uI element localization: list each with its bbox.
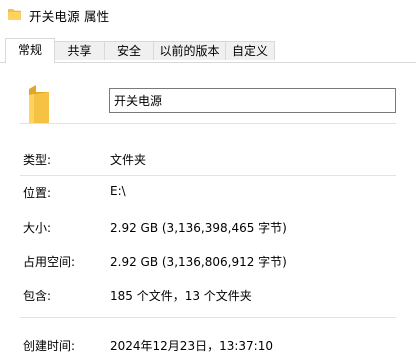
separator	[20, 317, 396, 318]
size-value: 2.92 GB (3,136,398,465 字节)	[110, 221, 287, 235]
window-title: 开关电源 属性	[29, 9, 110, 24]
separator	[20, 123, 396, 124]
created-label: 创建时间:	[23, 339, 76, 353]
size-label: 大小:	[23, 221, 52, 235]
type-value: 文件夹	[110, 153, 147, 167]
location-label: 位置:	[23, 186, 52, 200]
folder-icon	[8, 9, 21, 20]
tab-security[interactable]: 安全	[104, 41, 154, 60]
size-on-disk-value: 2.92 GB (3,136,806,912 字节)	[110, 255, 287, 269]
tab-general[interactable]: 常规	[5, 38, 55, 63]
contains-label: 包含:	[23, 289, 52, 303]
location-value: E:\	[110, 184, 126, 198]
created-value: 2024年12月23日，13:37:10	[110, 339, 273, 353]
folder-icon	[29, 85, 49, 123]
title-bar: 开关电源 属性	[0, 0, 416, 30]
separator	[20, 175, 396, 176]
tab-previous-versions[interactable]: 以前的版本	[153, 41, 226, 60]
size-on-disk-label: 占用空间:	[23, 255, 76, 269]
contains-value: 185 个文件，13 个文件夹	[110, 289, 252, 303]
tab-sharing[interactable]: 共享	[54, 41, 105, 60]
tab-divider	[0, 62, 416, 63]
general-tab-panel: 类型: 文件夹 位置: E:\ 大小: 2.92 GB (3,136,398,4…	[0, 63, 416, 361]
tab-customize[interactable]: 自定义	[225, 41, 275, 60]
type-label: 类型:	[23, 153, 52, 167]
tab-strip: 常规 共享 安全 以前的版本 自定义	[0, 38, 416, 63]
folder-name-field[interactable]	[109, 88, 396, 113]
properties-window: 开关电源 属性 常规 共享 安全 以前的版本 自定义 类型: 文件夹 位置: E…	[0, 0, 416, 361]
